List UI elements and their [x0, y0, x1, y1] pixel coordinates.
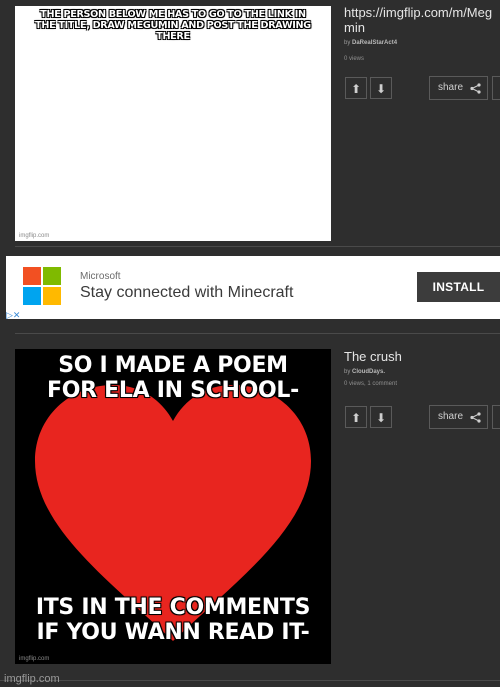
- divider-3: [0, 680, 500, 681]
- meme-image-1[interactable]: The person below me has to go to the lin…: [15, 6, 331, 241]
- meme-image-2[interactable]: SO I MADE A POEM FOR ELA IN SCHOOL- ITS …: [15, 349, 331, 664]
- arrow-up-icon: ⬆: [350, 411, 362, 425]
- upvote-button[interactable]: ⬆: [345, 406, 367, 428]
- post-2-author[interactable]: CloudDays.: [352, 369, 385, 375]
- more-options-button[interactable]: [492, 76, 500, 100]
- ad-text[interactable]: Stay connected with Minecraft: [80, 284, 293, 302]
- share-icon: [470, 83, 481, 94]
- meme-watermark-1: imgflip.com: [19, 233, 50, 239]
- install-button[interactable]: INSTALL: [417, 272, 500, 302]
- divider-2: [15, 333, 500, 334]
- share-button[interactable]: share: [429, 405, 488, 429]
- arrow-down-icon: ⬇: [375, 82, 387, 96]
- post-1-meta: https://imgflip.com/m/Meg min by DaRealS…: [344, 5, 500, 62]
- meme-caption-bottom: ITS IN THE COMMENTS IF YOU WANN READ IT-: [35, 595, 311, 645]
- post-2-stats: 0 views, 1 comment: [344, 381, 398, 387]
- share-button[interactable]: share: [429, 76, 488, 100]
- meme-caption-top: SO I MADE A POEM FOR ELA IN SCHOOL-: [47, 353, 299, 403]
- microsoft-logo-icon: [23, 267, 61, 306]
- upvote-button[interactable]: ⬆: [345, 77, 367, 99]
- meme-caption-1: The person below me has to go to the lin…: [35, 9, 311, 42]
- post-1-stats: 0 views: [344, 56, 365, 62]
- imgflip-watermark: imgflip.com: [4, 673, 60, 685]
- ad-brand: Microsoft: [80, 271, 121, 282]
- downvote-button[interactable]: ⬇: [370, 77, 392, 99]
- post-1-byline: by DaRealStarAct4: [344, 40, 500, 46]
- share-label: share: [438, 82, 464, 93]
- post-1-author[interactable]: DaRealStarAct4: [352, 40, 397, 46]
- by-prefix: by: [344, 40, 351, 46]
- meme-watermark-2: imgflip.com: [19, 656, 50, 662]
- more-options-button[interactable]: [492, 405, 500, 429]
- by-prefix: by: [344, 369, 351, 375]
- share-label: share: [438, 411, 464, 422]
- post-2-meta: The crush by CloudDays. 0 views, 1 comme…: [344, 349, 500, 387]
- divider-1: [15, 246, 500, 247]
- ad-choices-icon[interactable]: ▷✕: [6, 310, 20, 321]
- post-1-title[interactable]: https://imgflip.com/m/Meg min: [344, 5, 500, 35]
- post-2-title[interactable]: The crush: [344, 349, 500, 364]
- arrow-up-icon: ⬆: [350, 82, 362, 96]
- ad-banner[interactable]: Microsoft Stay connected with Minecraft …: [6, 256, 500, 319]
- post-2-byline: by CloudDays.: [344, 369, 500, 375]
- downvote-button[interactable]: ⬇: [370, 406, 392, 428]
- arrow-down-icon: ⬇: [375, 411, 387, 425]
- share-icon: [470, 412, 481, 423]
